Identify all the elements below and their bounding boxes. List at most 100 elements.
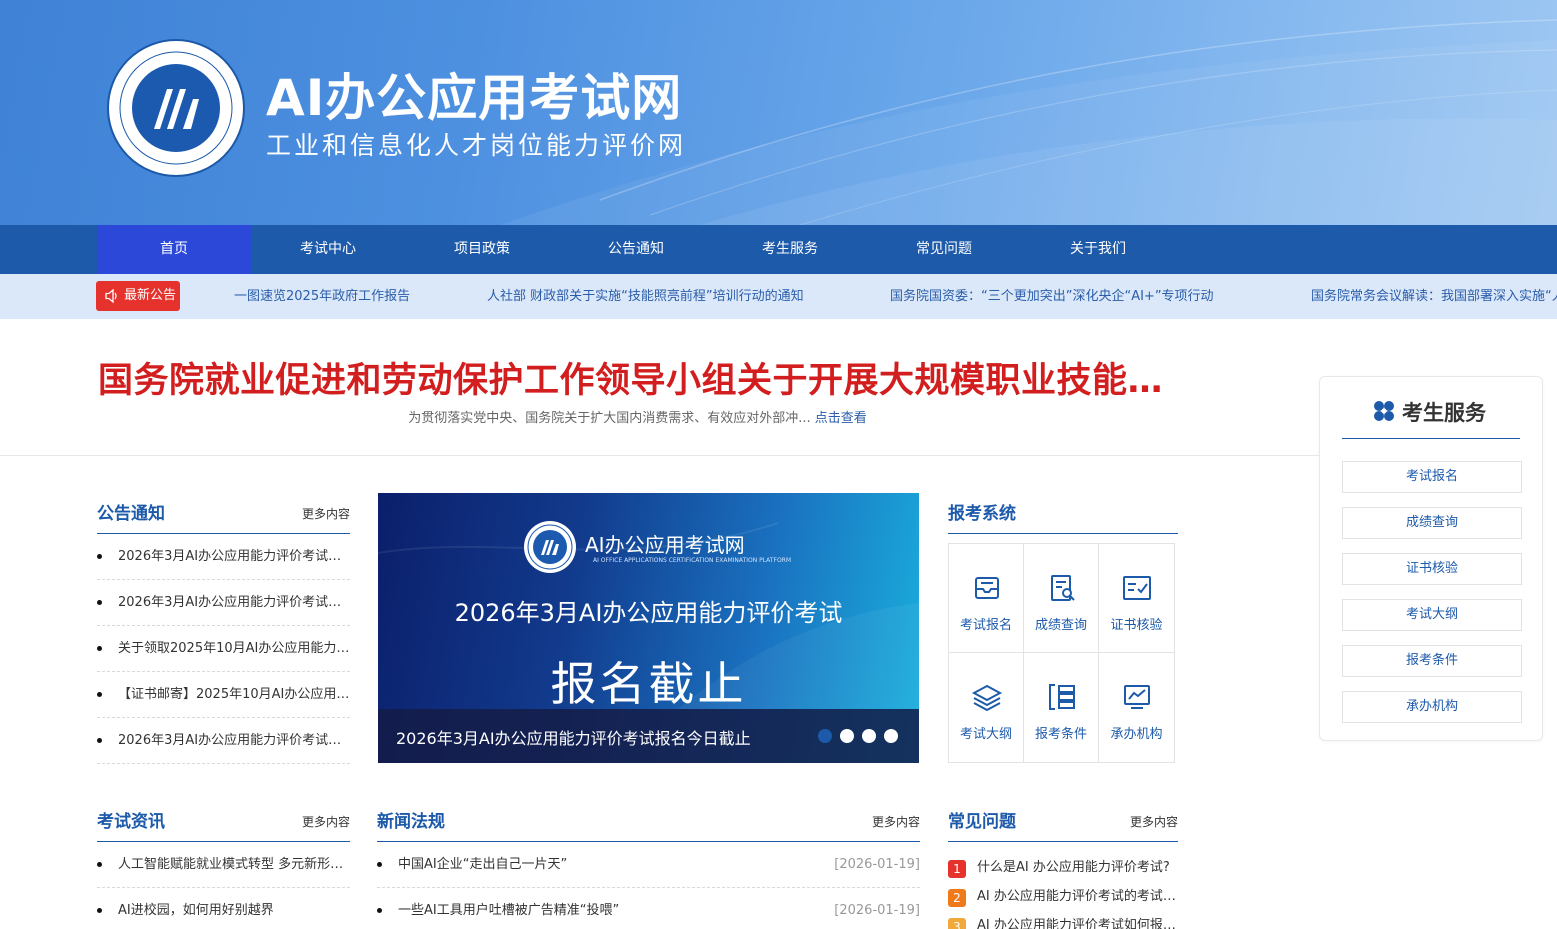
latest-notice-label: 最新公告 [124,288,177,303]
certificate-check-label: 证书核验 [1110,618,1163,633]
ticker-link[interactable]: 国务院国资委：“三个更加突出”深化央企“AI+”专项行动 [890,274,1214,319]
side-panel-title: 考生服务 [1402,401,1486,425]
side-register-button[interactable]: 考试报名 [1342,461,1522,493]
nav-item-candidate-services[interactable]: 考生服务 [713,225,867,274]
bullet-icon [97,554,102,559]
side-score-button[interactable]: 成绩查询 [1342,507,1522,539]
side-outline-button[interactable]: 考试大纲 [1342,599,1522,631]
list-item[interactable]: 2026年3月AI办公应用能力评价考试报名通知 [97,534,350,580]
conditions-button[interactable]: 报考条件 [1024,653,1099,762]
side-organizer-button[interactable]: 承办机构 [1342,691,1522,723]
ticker-link[interactable]: 人社部 财政部关于实施“技能照亮前程”培训行动的通知 [487,274,804,319]
carousel-dot[interactable] [818,729,832,743]
ticker-link[interactable]: 国务院常务会议解读：我国部署深入实施“人 [1311,274,1557,319]
banner-headline: 2026年3月AI办公应用能力评价考试 [454,599,843,627]
news-title: 新闻法规 [377,812,445,832]
bullet-icon [97,738,102,743]
site-title: AI办公应用考试网 [266,69,683,127]
list-item[interactable]: 2026年3月AI办公应用能力评价考试报名开始 [97,718,350,764]
list-item[interactable]: 3 AI 办公应用能力评价考试如何报名? [948,900,1178,929]
list-item[interactable]: 【证书邮寄】2025年10月AI办公应用能力评价证书邮寄 [97,672,350,718]
news-date: [2026-01-19] [834,903,920,918]
bullet-icon [97,646,102,651]
banner-caption: 2026年3月AI办公应用能力评价考试报名今日截止 [378,709,919,763]
register-exam-button[interactable]: 考试报名 [949,544,1024,653]
banner-site-name-en: AI OFFICE APPLICATIONS CERTIFICATION EXA… [593,557,792,564]
side-conditions-button[interactable]: 报考条件 [1342,645,1522,677]
register-grid: 考试报名 成绩查询 证书核验 考试大纲 报考条件 承办机构 [948,543,1175,763]
nav-item-policy[interactable]: 项目政策 [405,225,559,274]
exam-outline-label: 考试大纲 [959,727,1012,742]
divider [1342,438,1520,439]
score-search-label: 成绩查询 [1034,618,1087,633]
site-logo[interactable] [107,39,245,177]
headline-summary: 为贯彻落实党中央、国务院关于扩大国内消费需求、有效应对外部冲... 点击查看 [0,407,1275,426]
faq-number-badge: 3 [948,918,966,929]
bullet-icon [97,862,102,867]
divider [0,455,1320,456]
list-item[interactable]: 一些AI工具用户吐槽被广告精准“投喂” [2026-01-19] [377,888,920,929]
exam-news-title: 考试资讯 [97,812,165,832]
bullet-icon [377,862,382,867]
side-certificate-button[interactable]: 证书核验 [1342,553,1522,585]
nav-item-notices[interactable]: 公告通知 [559,225,713,274]
banner-logo-icon [527,524,573,570]
carousel-dot[interactable] [884,729,898,743]
bullet-icon [97,692,102,697]
register-exam-label: 考试报名 [959,618,1012,633]
latest-notice-badge: 最新公告 [96,281,180,311]
carousel-dot[interactable] [862,729,876,743]
layers-icon [971,684,1003,712]
conditions-label: 报考条件 [1034,727,1087,742]
register-header: 报考系统 [948,492,1178,534]
register-icon [975,577,999,599]
banner-logo [524,521,576,573]
announcements-list: 2026年3月AI办公应用能力评价考试报名通知 2026年3月AI办公应用能力评… [97,534,350,764]
score-search-icon [1051,575,1075,601]
conditions-icon [1049,684,1075,710]
bullet-icon [97,600,102,605]
faq-title: 常见问题 [948,812,1016,832]
certificate-check-icon [1123,576,1151,600]
banner-caption-text: 2026年3月AI办公应用能力评价考试报名今日截止 [396,729,751,748]
register-title: 报考系统 [948,504,1016,524]
faq-header: 常见问题 更多内容 [948,800,1178,842]
ticker-link[interactable]: 一图速览2025年政府工作报告 [234,274,410,319]
organizer-button[interactable]: 承办机构 [1099,653,1174,762]
news-date: [2026-01-19] [834,857,920,872]
announcement-ticker: 最新公告 一图速览2025年政府工作报告 人社部 财政部关于实施“技能照亮前程”… [0,274,1557,319]
banner-carousel[interactable]: AI办公应用考试网 AI OFFICE APPLICATIONS CERTIFI… [378,493,919,763]
exam-news-header: 考试资讯 更多内容 [97,800,350,842]
logo-ring-icon [119,51,233,165]
exam-outline-button[interactable]: 考试大纲 [949,653,1024,762]
bullet-icon [377,908,382,913]
news-header: 新闻法规 更多内容 [377,800,920,842]
list-item[interactable]: AI进校园，如何用好别越界 [97,888,350,929]
nav-item-faq[interactable]: 常见问题 [867,225,1021,274]
banner-site-name: AI办公应用考试网 [585,533,745,557]
list-item[interactable]: 中国AI企业“走出自己一片天” [2026-01-19] [377,842,920,888]
certificate-check-button[interactable]: 证书核验 [1099,544,1174,653]
headline-title[interactable]: 国务院就业促进和劳动保护工作领导小组关于开展大规模职业技能… [98,352,1188,403]
nav-item-home[interactable]: 首页 [97,225,251,274]
site-header: AI办公应用考试网 工业和信息化人才岗位能力评价网 [0,0,1557,225]
news-more-link[interactable]: 更多内容 [872,813,920,830]
nav-item-exam-center[interactable]: 考试中心 [251,225,405,274]
faq-list: 1什么是AI 办公应用能力评价考试? 2AI 办公应用能力评价考试的考试形式是什… [948,842,1178,929]
exam-news-more-link[interactable]: 更多内容 [302,813,350,830]
headline-more-link[interactable]: 点击查看 [815,411,867,426]
list-item[interactable]: 人工智能赋能就业模式转型 多元新形态就业涌现 [97,842,350,888]
announcements-title: 公告通知 [97,504,165,524]
announcements-header: 公告通知 更多内容 [97,492,350,534]
main-nav: 首页 考试中心 项目政策 公告通知 考生服务 常见问题 关于我们 [0,225,1557,274]
organizer-label: 承办机构 [1110,727,1163,742]
bullet-icon [97,908,102,913]
list-item[interactable]: 关于领取2025年10月AI办公应用能力评价证书的通知 [97,626,350,672]
nav-item-about[interactable]: 关于我们 [1021,225,1175,274]
announcements-more-link[interactable]: 更多内容 [302,505,350,522]
list-item[interactable]: 2026年3月AI办公应用能力评价考试报名截止 [97,580,350,626]
news-list: 中国AI企业“走出自己一片天” [2026-01-19] 一些AI工具用户吐槽被广… [377,842,920,929]
score-search-button[interactable]: 成绩查询 [1024,544,1099,653]
faq-more-link[interactable]: 更多内容 [1130,813,1178,830]
carousel-dot[interactable] [840,729,854,743]
